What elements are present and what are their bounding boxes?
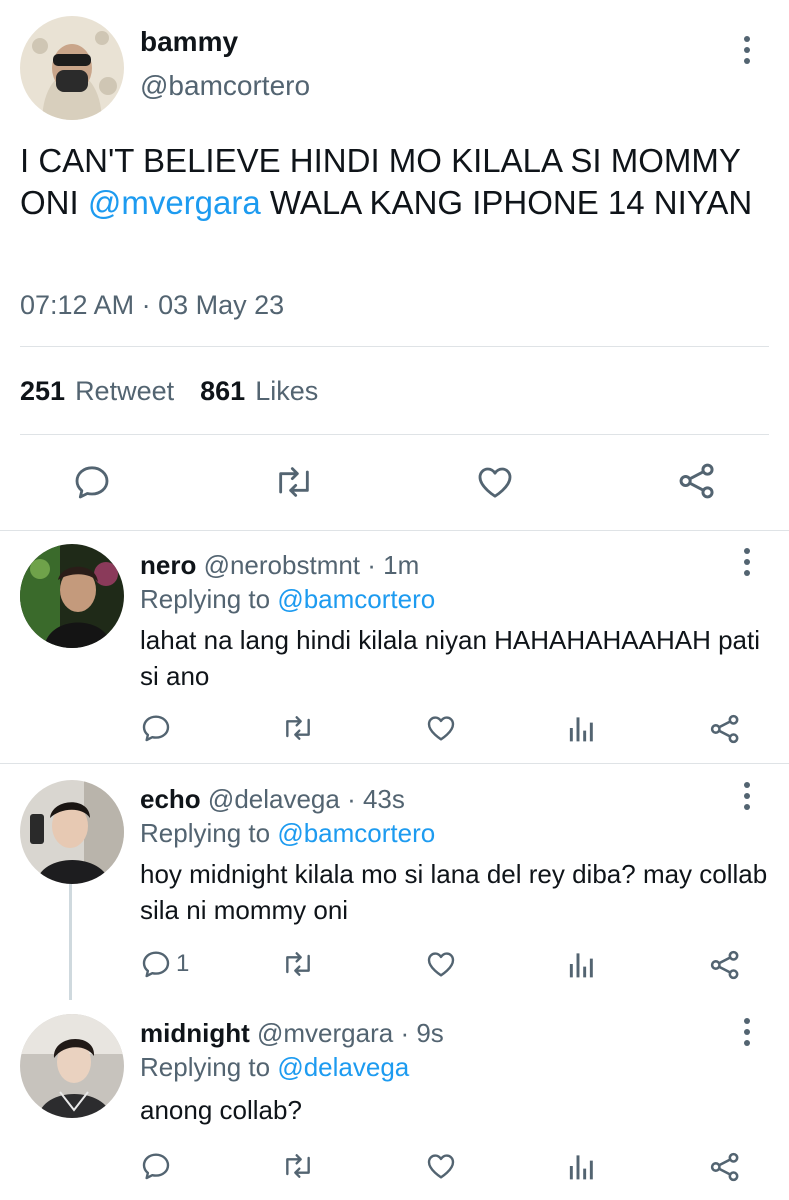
share-icon[interactable] <box>708 1150 742 1184</box>
reply-author-handle[interactable]: @mvergara <box>257 1018 393 1048</box>
reply-time[interactable]: 9s <box>416 1018 443 1048</box>
reply-count: 1 <box>176 950 190 977</box>
replying-to: Replying to @bamcortero <box>140 818 435 849</box>
avatar-bammy[interactable] <box>20 16 124 120</box>
retweet-stat[interactable]: 251 Retweet <box>20 376 174 407</box>
share-icon[interactable] <box>676 460 718 502</box>
retweet-count: 251 <box>20 376 66 406</box>
heart-icon[interactable] <box>424 712 458 744</box>
comment-icon[interactable]: 1 <box>140 948 189 980</box>
retweet-icon[interactable] <box>280 712 316 744</box>
more-icon[interactable] <box>732 778 762 814</box>
retweet-icon[interactable] <box>272 462 316 502</box>
replying-to-label: Replying to <box>140 584 271 614</box>
author-handle[interactable]: @bamcortero <box>140 70 310 102</box>
comment-icon[interactable] <box>72 462 112 502</box>
reply-midnight[interactable]: midnight @mvergara · 9s Replying to @del… <box>0 1000 789 1200</box>
replying-to-label: Replying to <box>140 818 271 848</box>
heart-icon[interactable] <box>424 948 458 980</box>
analytics-icon[interactable] <box>568 712 596 744</box>
reply-author-name[interactable]: echo <box>140 784 201 814</box>
author-name[interactable]: bammy <box>140 26 238 58</box>
share-icon[interactable] <box>708 948 742 982</box>
replying-to-link[interactable]: @bamcortero <box>277 584 435 614</box>
replying-to: Replying to @bamcortero <box>140 584 435 615</box>
reply-time[interactable]: 1m <box>383 550 419 580</box>
replying-to-label: Replying to <box>140 1052 271 1082</box>
reply-text: hoy midnight kilala mo si lana del rey d… <box>140 859 768 925</box>
comment-icon[interactable] <box>140 1150 176 1182</box>
thread-line <box>69 884 72 1000</box>
likes-label: Likes <box>255 376 319 406</box>
replying-to: Replying to @delavega <box>140 1052 409 1083</box>
avatar-nero[interactable] <box>20 544 124 648</box>
reply-text: anong collab? <box>140 1095 302 1125</box>
reply-time[interactable]: 43s <box>363 784 405 814</box>
more-icon[interactable] <box>732 32 762 68</box>
reply-header: echo @delavega · 43s <box>140 784 405 815</box>
avatar-midnight[interactable] <box>20 1014 124 1118</box>
main-tweet: bammy @bamcortero I CAN'T BELIEVE HINDI … <box>0 0 789 531</box>
separator: · <box>360 550 384 580</box>
separator: · <box>393 1018 417 1048</box>
divider <box>20 434 769 435</box>
reply-author-handle[interactable]: @nerobstmnt <box>204 550 360 580</box>
more-icon[interactable] <box>732 1014 762 1050</box>
replying-to-link[interactable]: @bamcortero <box>277 818 435 848</box>
reply-echo[interactable]: echo @delavega · 43s Replying to @bamcor… <box>0 764 789 1000</box>
tweet-stats: 251 Retweet 861 Likes <box>20 376 344 407</box>
heart-icon[interactable] <box>474 462 516 502</box>
like-count: 861 <box>200 376 246 406</box>
analytics-icon[interactable] <box>568 948 596 980</box>
heart-icon[interactable] <box>424 1150 458 1182</box>
avatar-echo[interactable] <box>20 780 124 884</box>
reply-header: nero @nerobstmnt · 1m <box>140 550 419 581</box>
mention-link[interactable]: @mvergara <box>88 184 261 221</box>
share-icon[interactable] <box>708 712 742 746</box>
replying-to-link[interactable]: @delavega <box>277 1052 409 1082</box>
reply-header: midnight @mvergara · 9s <box>140 1018 444 1049</box>
reply-author-handle[interactable]: @delavega <box>208 784 340 814</box>
tweet-text: I CAN'T BELIEVE HINDI MO KILALA SI MOMMY… <box>20 142 753 221</box>
retweet-label: Retweet <box>75 376 175 406</box>
separator: · <box>339 784 363 814</box>
more-icon[interactable] <box>732 544 762 580</box>
tweet-timestamp[interactable]: 07:12 AM · 03 May 23 <box>20 290 284 321</box>
divider <box>20 346 769 347</box>
reply-author-name[interactable]: nero <box>140 550 196 580</box>
retweet-icon[interactable] <box>280 948 316 980</box>
reply-text: lahat na lang hindi kilala niyan HAHAHAH… <box>140 625 760 691</box>
reply-nero[interactable]: nero @nerobstmnt · 1m Replying to @bamco… <box>0 530 789 764</box>
analytics-icon[interactable] <box>568 1150 596 1182</box>
comment-icon[interactable] <box>140 712 176 744</box>
retweet-icon[interactable] <box>280 1150 316 1182</box>
reply-author-name[interactable]: midnight <box>140 1018 250 1048</box>
likes-stat[interactable]: 861 Likes <box>200 376 318 407</box>
